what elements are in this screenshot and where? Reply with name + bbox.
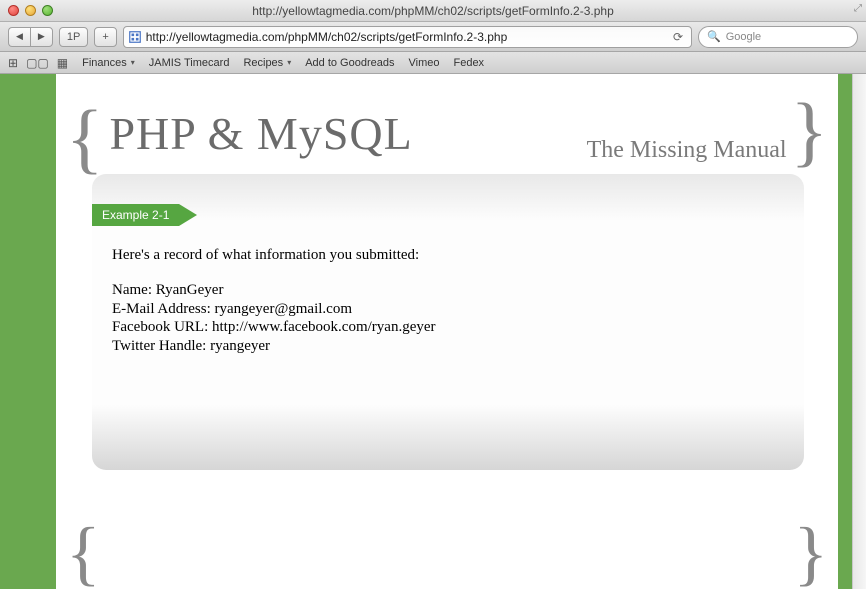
brace-right-icon: } (791, 100, 828, 162)
search-placeholder: Google (726, 31, 761, 43)
form-output: Here's a record of what information you … (112, 246, 776, 356)
page-header: { PHP & MySQL The Missing Manual } (56, 100, 838, 170)
url-text: http://yellowtagmedia.com/phpMM/ch02/scr… (146, 30, 665, 44)
forward-button[interactable] (30, 27, 53, 47)
record-line: E-Mail Address: ryangeyer@gmail.com (112, 300, 776, 319)
search-field[interactable]: 🔍 Google (698, 26, 858, 48)
page-subtitle: The Missing Manual (587, 137, 787, 164)
page-viewport: { PHP & MySQL The Missing Manual } Examp… (0, 74, 866, 589)
browser-toolbar: 1P + http://yellowtagmedia.com/phpMM/ch0… (0, 22, 866, 52)
bookmark-item[interactable]: JAMIS Timecard (149, 57, 230, 69)
bookmarks-bar: ⊞ ▢▢ ▦ Finances JAMIS Timecard Recipes Add … (0, 52, 866, 74)
footer-brace-left-icon: { (66, 525, 101, 583)
show-all-bookmarks-icon[interactable]: ⊞ (8, 56, 18, 70)
top-sites-icon[interactable]: ▦ (57, 56, 68, 70)
new-tab-button[interactable]: + (94, 27, 116, 47)
search-icon: 🔍 (707, 30, 721, 43)
window-title: http://yellowtagmedia.com/phpMM/ch02/scr… (0, 4, 866, 18)
intro-text: Here's a record of what information you … (112, 246, 776, 265)
favicon-icon (128, 30, 142, 44)
record-line: Twitter Handle: ryangeyer (112, 337, 776, 356)
bookmark-item[interactable]: Finances (82, 57, 135, 69)
record-line: Facebook URL: http://www.facebook.com/ry… (112, 318, 776, 337)
footer-brace-right-icon: } (793, 525, 828, 583)
page-title: PHP & MySQL (109, 107, 412, 160)
reading-list-icon[interactable]: ▢▢ (26, 56, 49, 70)
back-button[interactable] (8, 27, 30, 47)
bookmark-item[interactable]: Recipes (243, 57, 291, 69)
onepassword-button[interactable]: 1P (59, 27, 88, 47)
bookmark-item[interactable]: Add to Goodreads (305, 57, 394, 69)
reload-icon[interactable]: ⟳ (669, 30, 687, 44)
vertical-scrollbar[interactable] (852, 74, 866, 589)
window-titlebar: http://yellowtagmedia.com/phpMM/ch02/scr… (0, 0, 866, 22)
record-line: Name: RyanGeyer (112, 281, 776, 300)
example-badge-label: Example 2-1 (102, 208, 169, 222)
nav-buttons (8, 27, 53, 47)
example-badge: Example 2-1 (92, 204, 179, 226)
brace-left-icon: { (66, 107, 103, 169)
page-footer: { } (56, 525, 838, 583)
resize-icon[interactable]: ⤢ (854, 3, 862, 14)
bookmark-item[interactable]: Vimeo (409, 57, 440, 69)
address-bar[interactable]: http://yellowtagmedia.com/phpMM/ch02/scr… (123, 26, 692, 48)
bookmark-item[interactable]: Fedex (453, 57, 484, 69)
bookmark-icons: ⊞ ▢▢ ▦ (8, 56, 68, 70)
